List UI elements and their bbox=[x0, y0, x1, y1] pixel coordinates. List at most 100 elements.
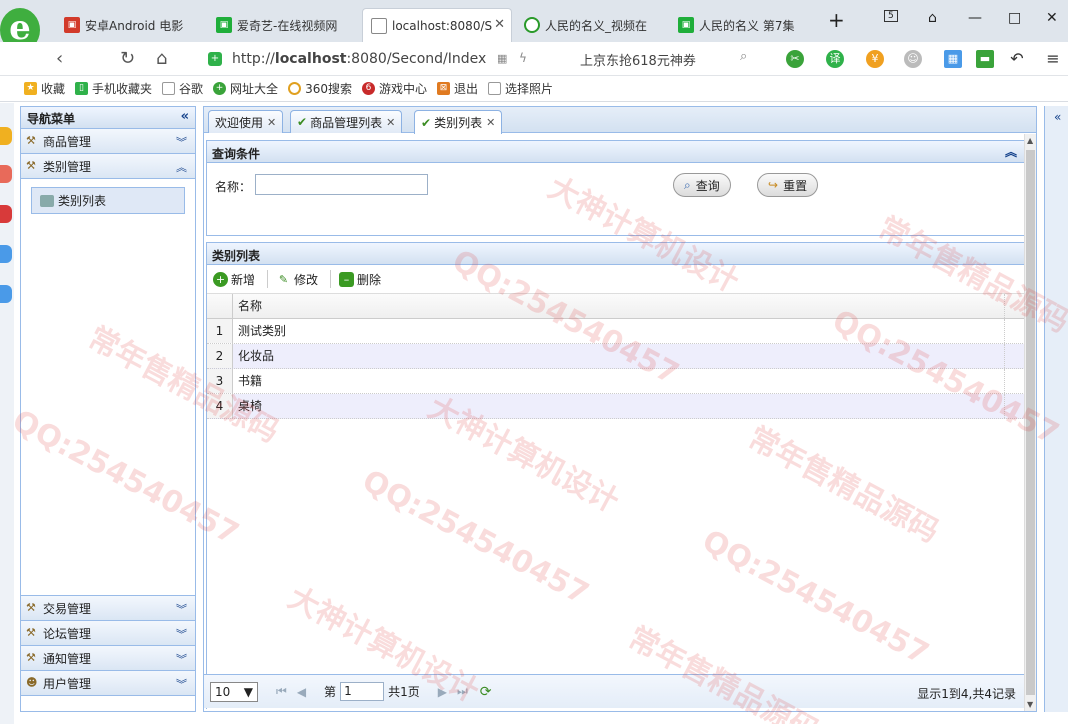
sidebar-group-trade[interactable]: ⚒ 交易管理 ︾ bbox=[21, 596, 195, 621]
maximize-icon[interactable]: □ bbox=[1008, 10, 1021, 26]
scrollbar-thumb[interactable] bbox=[1026, 150, 1035, 695]
chevron-down-icon[interactable]: ︾ bbox=[176, 651, 187, 667]
bookmark-item[interactable]: + 网址大全 bbox=[213, 80, 278, 97]
star-side-icon[interactable] bbox=[0, 127, 12, 145]
browser-tab[interactable]: ▣ 安卓Android 电影 bbox=[56, 8, 206, 42]
sidebar-group-label: 用户管理 bbox=[43, 676, 92, 691]
list-panel-title: 类别列表 bbox=[212, 249, 261, 263]
chat-icon[interactable]: ☺ bbox=[904, 50, 922, 68]
delete-button[interactable]: – 删除 bbox=[339, 271, 381, 288]
page-size-select[interactable]: 10 ▼ bbox=[210, 681, 258, 702]
add-button[interactable]: + 新增 bbox=[213, 271, 255, 288]
vertical-scrollbar[interactable]: ▲ ▼ bbox=[1024, 134, 1036, 711]
tab-content: 查询条件 ︽ 名称： ⌕ 查询 ↪ 重置 类别列表 + 新增 ✎ 修改 – 删除… bbox=[204, 134, 1026, 711]
menu-icon[interactable]: ≡ bbox=[1044, 50, 1062, 68]
minimize-icon[interactable]: — bbox=[968, 10, 982, 26]
apps-icon[interactable]: ▦ bbox=[944, 50, 962, 68]
tab-goods-list[interactable]: ✔ 商品管理列表 ✕ bbox=[290, 110, 403, 133]
sidebar-item-category-list[interactable]: 类别列表 bbox=[31, 187, 185, 214]
close-icon[interactable]: ✕ bbox=[267, 116, 276, 129]
chevron-down-icon[interactable]: ︾ bbox=[176, 626, 187, 642]
browser-tab-strip: e ▣ 安卓Android 电影 ▣ 爱奇艺-在线视频网 localhost:8… bbox=[0, 0, 1068, 52]
first-page-icon[interactable]: ⏮ bbox=[276, 684, 287, 699]
edit-button[interactable]: ✎ 修改 bbox=[276, 271, 318, 288]
check-icon: ✔ bbox=[297, 115, 308, 129]
chevron-down-icon[interactable]: ︾ bbox=[176, 601, 187, 617]
row-number: 2 bbox=[207, 344, 233, 368]
page-size-value: 10 bbox=[215, 684, 231, 699]
collapse-left-icon[interactable]: « bbox=[181, 109, 189, 124]
next-page-icon[interactable]: ▶ bbox=[438, 685, 447, 699]
query-panel-header: 查询条件 ︽ bbox=[207, 141, 1025, 163]
table-row[interactable]: 1 测试类别 bbox=[207, 319, 1025, 344]
doc-side-icon[interactable] bbox=[0, 285, 12, 303]
bookmark-item[interactable]: ★ 收藏 bbox=[24, 80, 65, 97]
name-search-input[interactable] bbox=[255, 174, 428, 195]
search-suggestion[interactable]: 上京东抢618元神券 bbox=[580, 50, 696, 69]
message-side-icon[interactable] bbox=[0, 245, 12, 263]
prev-page-icon[interactable]: ◀ bbox=[297, 685, 306, 699]
chevron-down-icon[interactable]: ︾ bbox=[176, 676, 187, 692]
lightning-icon[interactable]: ϟ bbox=[519, 51, 527, 65]
translate-icon[interactable]: 译 bbox=[826, 50, 844, 68]
bookmark-item[interactable]: ▯ 手机收藏夹 bbox=[75, 80, 152, 97]
qr-icon[interactable]: ▦ bbox=[497, 52, 507, 65]
bookmark-label: 360搜索 bbox=[305, 82, 352, 96]
sidebar-group-category[interactable]: ⚒ 类别管理 ︽ bbox=[21, 154, 195, 179]
chevron-up-icon[interactable]: ︽ bbox=[176, 159, 187, 175]
bookmark-item[interactable]: 谷歌 bbox=[162, 80, 203, 97]
weibo-side-icon[interactable] bbox=[0, 205, 12, 223]
bookmark-item[interactable]: 选择照片 bbox=[488, 80, 553, 97]
last-page-icon[interactable]: ⏭ bbox=[457, 684, 468, 699]
home-icon[interactable]: ⌂ bbox=[156, 48, 167, 69]
new-tab-icon[interactable]: + bbox=[828, 8, 845, 32]
sidebar-group-goods[interactable]: ⚒ 商品管理 ︾ bbox=[21, 129, 195, 154]
bookmark-label: 退出 bbox=[453, 82, 478, 96]
close-icon[interactable]: ✕ bbox=[386, 116, 395, 129]
close-tab-icon[interactable]: ✕ bbox=[494, 17, 505, 32]
close-icon[interactable]: ✕ bbox=[486, 116, 495, 129]
refresh-icon[interactable]: ⟳ bbox=[480, 684, 492, 700]
tab-welcome[interactable]: 欢迎使用 ✕ bbox=[208, 110, 284, 133]
table-row[interactable]: 4 桌椅 bbox=[207, 394, 1025, 419]
scissors-icon[interactable]: ✂ bbox=[786, 50, 804, 68]
coupon-icon[interactable]: ¥ bbox=[866, 50, 884, 68]
search-icon[interactable]: ⌕ bbox=[740, 49, 747, 64]
bookmark-item[interactable]: ⊠ 退出 bbox=[436, 80, 478, 97]
grid-header: 名称 bbox=[207, 294, 1025, 319]
browser-tab[interactable]: ▣ 爱奇艺-在线视频网 bbox=[208, 8, 358, 42]
undo-icon[interactable]: ↶ bbox=[1008, 50, 1026, 68]
tab-category-list[interactable]: ✔ 类别列表 ✕ bbox=[414, 110, 503, 134]
bookmarks-bar: ★ 收藏 ▯ 手机收藏夹 谷歌 + 网址大全 360搜索 6 游戏中心 ⊠ 退出 选择照片 bbox=[0, 76, 1068, 102]
sidebar-group-forum[interactable]: ⚒ 论坛管理 ︾ bbox=[21, 621, 195, 646]
chevron-down-icon[interactable]: ︾ bbox=[176, 134, 187, 150]
refresh-icon[interactable]: ↻ bbox=[120, 48, 135, 69]
browser-tab[interactable]: ▣ 人民的名义 第7集 bbox=[670, 8, 818, 42]
table-row[interactable]: 3 书籍 bbox=[207, 369, 1025, 394]
shirt-icon[interactable]: ⌂ bbox=[928, 10, 937, 26]
reset-button[interactable]: ↪ 重置 bbox=[757, 173, 819, 197]
search-button[interactable]: ⌕ 查询 bbox=[673, 173, 731, 197]
browser-tab-active[interactable]: localhost:8080/S ✕ bbox=[362, 8, 512, 42]
note-side-icon[interactable] bbox=[0, 165, 12, 183]
page-number-input[interactable]: 1 bbox=[340, 682, 385, 701]
table-row[interactable]: 2 化妆品 bbox=[207, 344, 1025, 369]
sidebar-group-label: 通知管理 bbox=[43, 651, 92, 666]
browser-tab[interactable]: 人民的名义_视频在 bbox=[516, 8, 666, 42]
sidebar-group-user[interactable]: ☻ 用户管理 ︾ bbox=[21, 671, 195, 696]
phone-icon: ▯ bbox=[75, 82, 89, 95]
close-window-icon[interactable]: ✕ bbox=[1046, 10, 1058, 26]
expand-right-icon[interactable]: « bbox=[1054, 110, 1061, 124]
scroll-down-icon[interactable]: ▼ bbox=[1027, 700, 1033, 709]
scroll-up-icon[interactable]: ▲ bbox=[1027, 136, 1033, 145]
column-header-name[interactable]: 名称 bbox=[233, 294, 1005, 318]
collapse-up-icon[interactable]: ︽ bbox=[1005, 143, 1017, 160]
bookmark-item[interactable]: 360搜索 bbox=[288, 80, 352, 97]
battery-icon[interactable]: ▬ bbox=[976, 50, 994, 68]
sidebar-group-notice[interactable]: ⚒ 通知管理 ︾ bbox=[21, 646, 195, 671]
back-icon[interactable]: ‹ bbox=[56, 48, 63, 69]
bookmark-item[interactable]: 6 游戏中心 bbox=[361, 80, 427, 97]
row-number: 4 bbox=[207, 394, 233, 418]
category-grid: 名称 1 测试类别 2 化妆品 3 书籍 4 桌椅 bbox=[207, 294, 1025, 419]
tab-count-badge[interactable]: 5 bbox=[884, 10, 898, 22]
